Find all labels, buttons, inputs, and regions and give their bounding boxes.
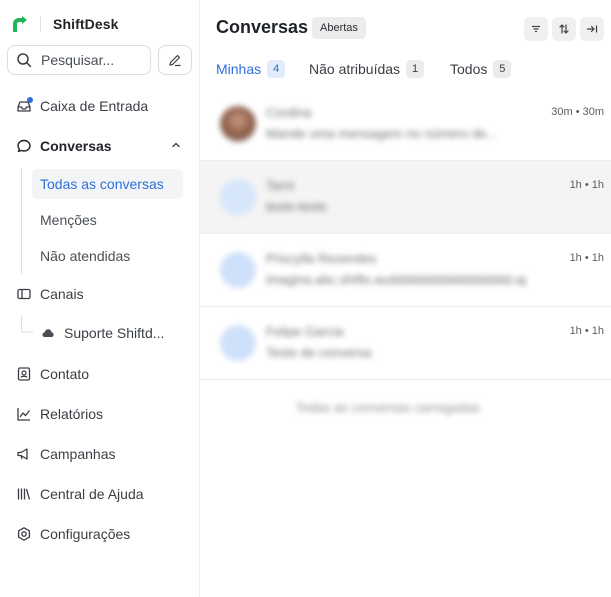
- channel-inbox-label: Suporte Shiftd...: [64, 325, 165, 341]
- tab-mine[interactable]: Minhas 4: [216, 58, 286, 80]
- tab-label: Todos: [450, 61, 488, 77]
- sidebar-item-label: Central de Ajuda: [40, 486, 144, 502]
- sort-arrows-icon: [559, 24, 569, 34]
- tab-label: Minhas: [216, 61, 262, 77]
- sidebar-subitem-mentions[interactable]: Menções: [40, 210, 97, 230]
- avatar: [220, 252, 256, 288]
- inbox-icon: [16, 97, 33, 114]
- compose-button[interactable]: [158, 45, 192, 75]
- contact-card-icon: [16, 366, 32, 382]
- sidebar-item-settings[interactable]: Configurações: [16, 522, 130, 546]
- channel-inbox-item[interactable]: Suporte Shiftd...: [42, 323, 164, 343]
- tab-count: 5: [493, 60, 512, 78]
- search-input[interactable]: Pesquisar...: [7, 45, 151, 75]
- conversation-last-message: imagina.abc.shifto.auddddddddddddddddd.a…: [266, 272, 526, 287]
- avatar: [220, 106, 256, 142]
- filter-button[interactable]: [524, 17, 548, 41]
- tree-line: [21, 168, 22, 274]
- status-filter-badge[interactable]: Abertas: [312, 17, 366, 39]
- conversation-time: 1h • 1h: [569, 179, 604, 191]
- conversation-time: 1h • 1h: [569, 325, 604, 337]
- sidebar-item-label: Relatórios: [40, 406, 104, 422]
- sidebar-subitem-all-conversations[interactable]: Todas as conversas: [40, 174, 164, 194]
- row-divider: [200, 379, 611, 380]
- channels-icon: [16, 286, 32, 302]
- arrow-right-to-line-icon: [586, 25, 598, 33]
- conversation-row[interactable]: Cordina Mande uma mensagem no número de.…: [200, 88, 611, 160]
- search-placeholder: Pesquisar...: [41, 52, 115, 68]
- tab-count: 1: [406, 60, 425, 78]
- page-title: Conversas: [216, 17, 309, 37]
- chart-line-icon: [16, 406, 32, 422]
- conversation-preview-blurred: Felipe Garcia Teste de conversa: [200, 307, 540, 379]
- conversation-time: 30m • 30m: [551, 106, 604, 118]
- conversation-row[interactable]: Priscylla Rezendes imagina.abc.shifto.au…: [200, 234, 611, 306]
- sidebar-subitem-unattended[interactable]: Não atendidas: [40, 246, 130, 266]
- conversation-contact-name: Cordina: [266, 105, 312, 120]
- library-icon: [16, 486, 32, 502]
- sidebar: ShiftDesk Pesquisar... Caixa de Entrada …: [0, 0, 200, 597]
- tab-all[interactable]: Todos 5: [450, 58, 512, 80]
- conversation-time: 1h • 1h: [569, 252, 604, 264]
- filter-icon: [532, 25, 540, 33]
- conversation-last-message: teste-teste: [266, 199, 327, 214]
- sidebar-item-channels[interactable]: Canais: [16, 282, 84, 306]
- sidebar-item-label: Configurações: [40, 526, 131, 542]
- avatar: [220, 179, 256, 215]
- conversation-preview-blurred: Priscylla Rezendes imagina.abc.shifto.au…: [200, 234, 540, 306]
- conversation-preview-blurred: Tarni teste-teste: [200, 161, 540, 233]
- sort-button[interactable]: [552, 17, 576, 41]
- sidebar-item-conversations[interactable]: Conversas: [16, 134, 112, 158]
- search-icon: [17, 53, 32, 68]
- sidebar-item-campaigns[interactable]: Campanhas: [16, 442, 116, 466]
- sidebar-item-label: Contato: [40, 366, 90, 382]
- conversation-row[interactable]: Felipe Garcia Teste de conversa 1h • 1h: [200, 307, 611, 379]
- sidebar-item-label: Conversas: [40, 138, 112, 154]
- sidebar-item-label: Canais: [40, 286, 84, 302]
- brand[interactable]: ShiftDesk: [10, 13, 118, 35]
- tab-unassigned[interactable]: Não atribuídas 1: [309, 58, 425, 80]
- pencil-icon: [169, 54, 181, 67]
- unread-dot: [27, 97, 33, 103]
- sidebar-item-reports[interactable]: Relatórios: [16, 402, 103, 426]
- cloud-icon: [42, 329, 54, 337]
- conversation-last-message: Teste de conversa: [266, 345, 372, 360]
- conversation-list-panel: Conversas Abertas Minhas 4 Não atribuída…: [200, 0, 611, 597]
- conversation-preview-blurred: Cordina Mande uma mensagem no número de.…: [200, 88, 540, 160]
- chat-bubble-icon: [16, 138, 32, 154]
- sidebar-item-contact[interactable]: Contato: [16, 362, 89, 386]
- conversation-contact-name: Tarni: [266, 178, 295, 193]
- conversation-last-message: Mande uma mensagem no número de...: [266, 126, 498, 141]
- conversation-contact-name: Felipe Garcia: [266, 324, 344, 339]
- tree-branch: [21, 316, 33, 333]
- brand-name: ShiftDesk: [53, 16, 119, 32]
- gear-icon: [16, 526, 32, 542]
- megaphone-icon: [16, 446, 32, 462]
- conversation-row[interactable]: Tarni teste-teste 1h • 1h: [200, 161, 611, 233]
- conversation-contact-name: Priscylla Rezendes: [266, 251, 377, 266]
- brand-logo: [13, 16, 27, 32]
- tab-label: Não atribuídas: [309, 61, 401, 77]
- avatar: [220, 325, 256, 361]
- sidebar-item-label: Campanhas: [40, 446, 116, 462]
- brand-divider: [40, 16, 41, 32]
- sidebar-item-inbox[interactable]: Caixa de Entrada: [16, 94, 148, 118]
- sidebar-item-help-center[interactable]: Central de Ajuda: [16, 482, 144, 506]
- chevron-up-icon[interactable]: [170, 139, 182, 151]
- list-end-message: Todas as conversas carregadas: [296, 400, 480, 415]
- collapse-panel-button[interactable]: [580, 17, 604, 41]
- tab-count: 4: [267, 60, 286, 78]
- sidebar-item-label: Caixa de Entrada: [40, 98, 149, 114]
